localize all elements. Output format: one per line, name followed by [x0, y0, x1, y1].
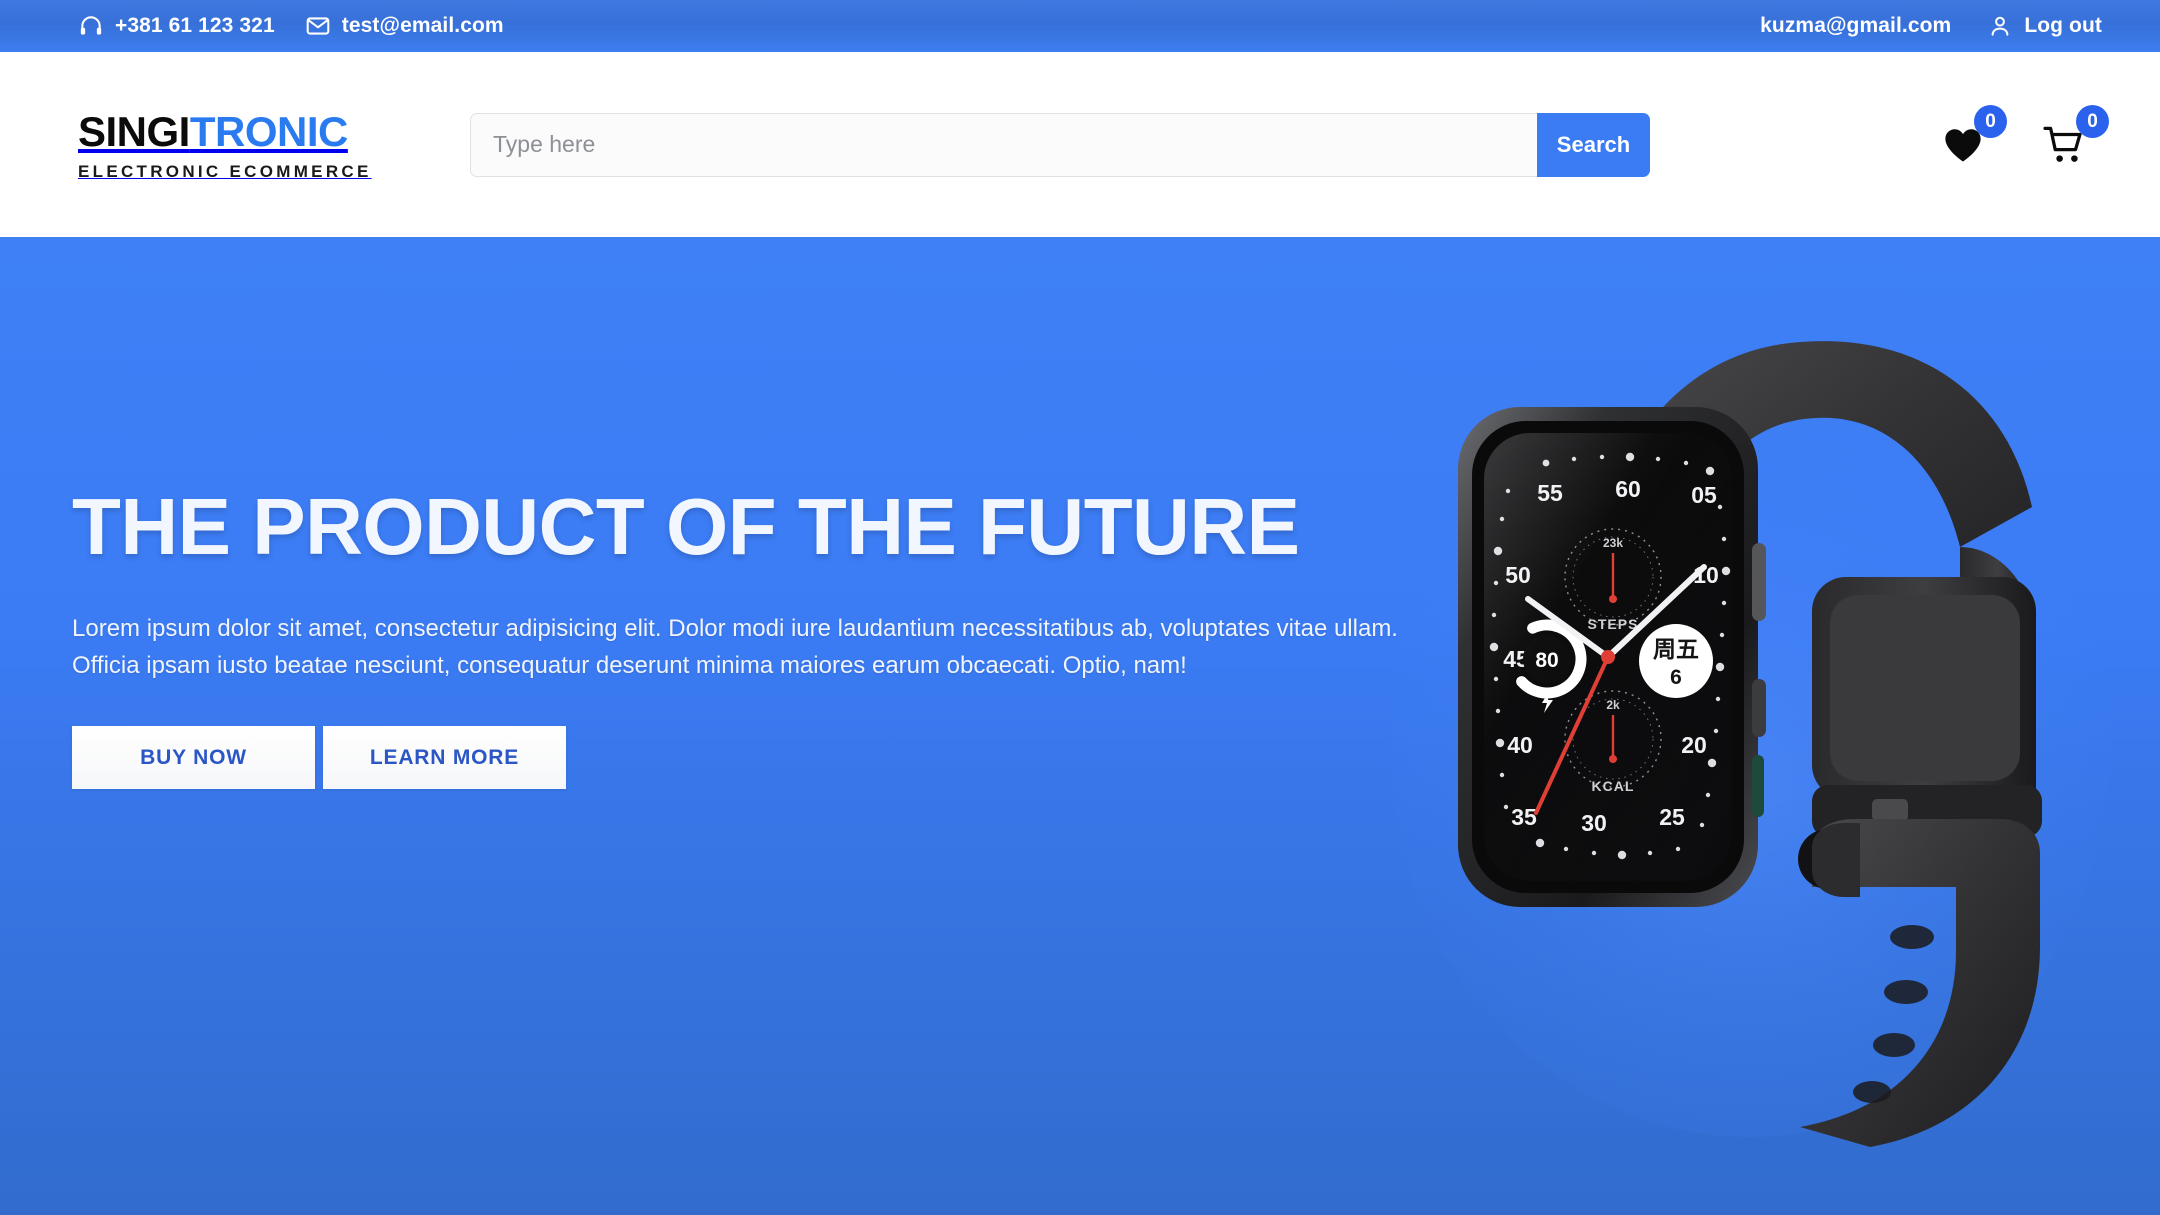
- phone-link[interactable]: +381 61 123 321: [78, 13, 275, 39]
- site-logo[interactable]: SINGITRONIC ELECTRONIC ECOMMERCE: [78, 107, 408, 182]
- logo-text-tronic: TRONIC: [189, 108, 349, 155]
- learn-more-button[interactable]: LEARN MORE: [323, 726, 566, 790]
- site-header: SINGITRONIC ELECTRONIC ECOMMERCE Search …: [0, 52, 2160, 237]
- email-link[interactable]: test@email.com: [305, 13, 504, 39]
- email-address: test@email.com: [341, 14, 504, 37]
- account-email: kuzma@gmail.com: [1760, 14, 1952, 37]
- headphones-icon: [78, 13, 104, 39]
- smartwatch-product-image: 55 60 05 10 15 20 25 30 35 40 45 50 23k …: [1360, 247, 2140, 1207]
- header-action-icons: 0 0: [1940, 104, 2109, 168]
- hero-copy-block: THE PRODUCT OF THE FUTURE Lorem ipsum do…: [72, 482, 1402, 790]
- user-icon: [1987, 13, 2013, 39]
- hero-title: THE PRODUCT OF THE FUTURE: [72, 482, 1300, 571]
- logout-label: Log out: [2024, 14, 2102, 37]
- hero-section: THE PRODUCT OF THE FUTURE Lorem ipsum do…: [0, 237, 2160, 1215]
- cart-button[interactable]: 0: [2042, 104, 2109, 168]
- topbar-contact-group: +381 61 123 321 test@email.com: [78, 13, 504, 39]
- hero-cta-group: BUY NOW LEARN MORE: [72, 726, 1402, 790]
- search-input[interactable]: [470, 112, 1537, 177]
- hero-paragraph: Lorem ipsum dolor sit amet, consectetur …: [72, 615, 1398, 680]
- topbar-account-group: kuzma@gmail.com Log out: [1760, 13, 2102, 39]
- logout-button[interactable]: Log out: [1987, 13, 2102, 39]
- logo-tagline: ELECTRONIC ECOMMERCE: [78, 162, 372, 181]
- logo-text-singi: SINGI: [78, 108, 190, 155]
- wishlist-count-badge: 0: [1974, 104, 2007, 138]
- wishlist-button[interactable]: 0: [1940, 104, 2007, 168]
- search-bar: Search: [470, 112, 1650, 177]
- logo-wordmark: SINGITRONIC: [78, 111, 408, 153]
- envelope-icon: [305, 13, 331, 39]
- phone-number: +381 61 123 321: [115, 14, 275, 37]
- top-contact-bar: +381 61 123 321 test@email.com kuzma@gma…: [0, 0, 2160, 52]
- search-button[interactable]: Search: [1537, 112, 1650, 177]
- buy-now-button[interactable]: BUY NOW: [72, 726, 315, 790]
- cart-count-badge: 0: [2076, 104, 2109, 138]
